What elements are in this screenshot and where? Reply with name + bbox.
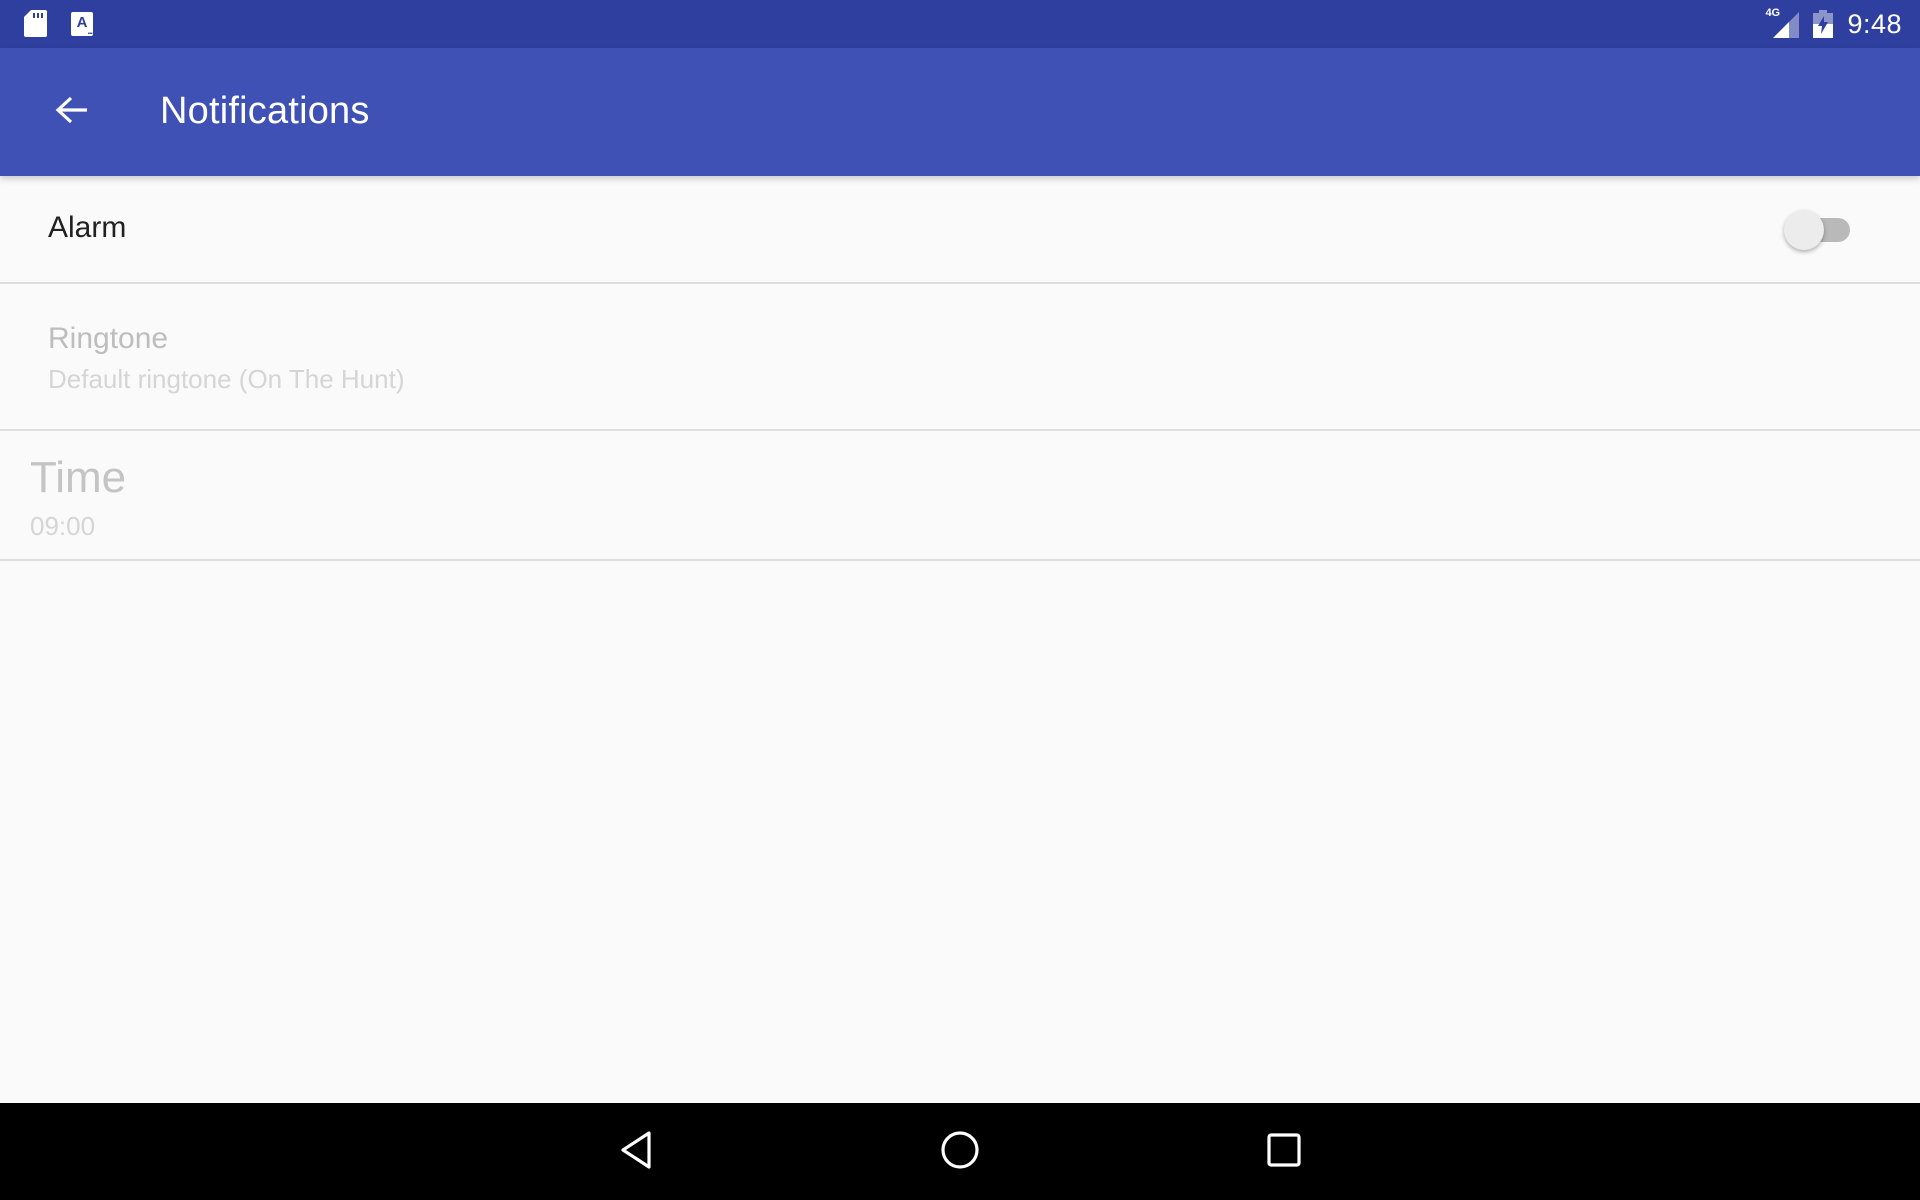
- preference-alarm-title: Alarm: [48, 211, 127, 244]
- arrow-back-icon: [55, 95, 89, 130]
- nav-back-button[interactable]: [606, 1127, 666, 1177]
- alarm-switch[interactable]: [1784, 208, 1852, 250]
- preference-list: Alarm Ringtone Default ringtone (On The …: [0, 176, 1920, 561]
- preference-ringtone-summary: Default ringtone (On The Hunt): [48, 364, 405, 394]
- preference-time-summary: 09:00: [30, 511, 96, 541]
- nav-recents-icon: [1266, 1132, 1302, 1173]
- switch-thumb: [1784, 210, 1824, 250]
- app-bar: Notifications: [0, 48, 1920, 176]
- nav-back-icon: [619, 1130, 653, 1174]
- preference-time[interactable]: Time 09:00: [0, 431, 1920, 561]
- nav-home-icon: [940, 1130, 980, 1175]
- back-button[interactable]: [40, 88, 104, 136]
- signal-icon: 4G: [1765, 7, 1800, 38]
- navigation-bar: [0, 1103, 1920, 1200]
- preference-ringtone[interactable]: Ringtone Default ringtone (On The Hunt): [0, 284, 1920, 431]
- status-bar: A 4G 9:48: [0, 0, 1920, 48]
- preference-alarm[interactable]: Alarm: [0, 176, 1920, 284]
- sd-card-icon: [24, 10, 47, 37]
- nav-recents-button[interactable]: [1254, 1127, 1314, 1177]
- page-title: Notifications: [160, 90, 370, 132]
- network-type-label: 4G: [1765, 7, 1781, 19]
- status-clock: 9:48: [1847, 8, 1902, 39]
- nav-home-button[interactable]: [930, 1127, 990, 1177]
- preference-ringtone-title: Ringtone: [48, 322, 169, 355]
- app-notification-a-icon: A: [71, 11, 93, 42]
- battery-charging-icon: [1813, 10, 1834, 38]
- preference-time-title: Time: [30, 453, 127, 502]
